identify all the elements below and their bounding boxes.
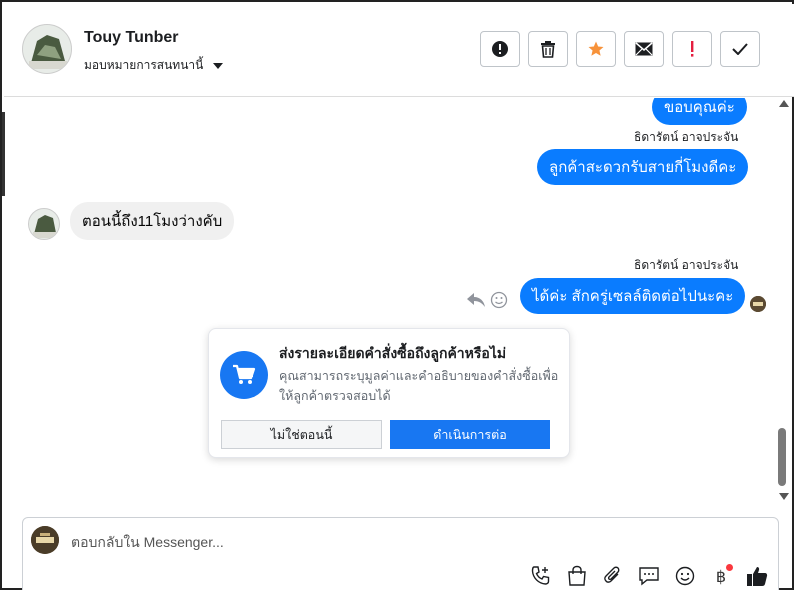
- caret-down-icon: [213, 62, 224, 69]
- message-text: ได้ค่ะ สักครู่เซลล์ติดต่อไปนะคะ: [532, 288, 734, 305]
- contact-avatar-small: [28, 208, 60, 240]
- star-icon: [588, 41, 604, 56]
- composer-toolbar: ฿: [529, 564, 769, 588]
- contact-avatar[interactable]: [22, 24, 72, 74]
- phone-add-icon[interactable]: [529, 564, 553, 588]
- star-button[interactable]: [576, 31, 616, 67]
- reply-composer: ฿: [22, 517, 779, 590]
- message-bubble-outgoing[interactable]: ได้ค่ะ สักครู่เซลล์ติดต่อไปนะคะ: [520, 278, 746, 314]
- mark-unread-button[interactable]: [624, 31, 664, 67]
- emoji-icon[interactable]: [673, 564, 697, 588]
- saved-reply-icon[interactable]: [637, 564, 661, 588]
- continue-button[interactable]: ดำเนินการต่อ: [390, 420, 550, 449]
- sender-name: ธิดารัตน์ อาจประจัน: [634, 130, 739, 144]
- seen-avatar: [750, 296, 766, 312]
- react-emoji-icon[interactable]: [490, 291, 508, 309]
- like-icon[interactable]: [745, 564, 769, 588]
- message-bubble-outgoing[interactable]: ขอบคุณค่ะ: [652, 98, 747, 125]
- prompt-description: คุณสามารถระบุมูลค่าและคำอธิบายของคำสั่งซ…: [279, 369, 559, 403]
- message-text: ตอนนี้ถึง11โมงว่างคับ: [82, 213, 223, 230]
- shopping-bag-icon[interactable]: [565, 564, 589, 588]
- message-text: ขอบคุณค่ะ: [664, 99, 735, 116]
- baht-payment-icon[interactable]: ฿: [709, 564, 733, 588]
- scroll-thumb[interactable]: [778, 428, 786, 486]
- conversation-actions: [480, 31, 760, 67]
- baht-symbol: ฿: [715, 566, 727, 586]
- reply-input[interactable]: [71, 530, 671, 554]
- notification-dot: [726, 564, 733, 571]
- order-details-prompt: ส่งรายละเอียดคำสั่งซื้อถึงลูกค้าหรือไม่ …: [208, 328, 570, 458]
- prompt-title: ส่งรายละเอียดคำสั่งซื้อถึงลูกค้าหรือไม่: [279, 345, 507, 361]
- scroll-down-arrow-icon[interactable]: [779, 493, 789, 500]
- follow-up-button[interactable]: [672, 31, 712, 67]
- sender-name: ธิดารัตน์ อาจประจัน: [634, 258, 739, 272]
- mark-spam-button[interactable]: [480, 31, 520, 67]
- messenger-inbox-window: Touy Tunber มอบหมายการสนทนานี้ ขอบคุณค่ะ…: [0, 0, 794, 590]
- shopping-cart-icon: [220, 351, 268, 399]
- check-icon: [732, 43, 748, 55]
- message-text: ลูกค้าสะดวกรับสายกี่โมงดีคะ: [549, 159, 737, 176]
- message-thread[interactable]: ขอบคุณค่ะ ธิดารัตน์ อาจประจัน ลูกค้าสะดว…: [4, 98, 776, 508]
- thread-scrollbar[interactable]: [777, 98, 791, 506]
- scroll-up-arrow-icon[interactable]: [779, 100, 789, 107]
- alert-circle-icon: [492, 41, 508, 57]
- delete-button[interactable]: [528, 31, 568, 67]
- page-avatar: [31, 526, 59, 554]
- not-now-button[interactable]: ไม่ใช่ตอนนี้: [221, 420, 382, 449]
- done-button[interactable]: [720, 31, 760, 67]
- message-bubble-incoming[interactable]: ตอนนี้ถึง11โมงว่างคับ: [70, 202, 235, 240]
- trash-icon: [541, 41, 555, 58]
- assign-conversation-dropdown[interactable]: มอบหมายการสนทนานี้: [84, 56, 224, 75]
- conversation-header: Touy Tunber มอบหมายการสนทนานี้: [4, 4, 794, 97]
- envelope-icon: [635, 42, 653, 56]
- contact-name[interactable]: Touy Tunber: [84, 29, 179, 47]
- paperclip-icon[interactable]: [601, 564, 625, 588]
- message-bubble-outgoing[interactable]: ลูกค้าสะดวกรับสายกี่โมงดีคะ: [537, 149, 749, 185]
- reply-icon[interactable]: [466, 291, 486, 309]
- exclamation-icon: [691, 41, 694, 57]
- assign-label: มอบหมายการสนทนานี้: [84, 58, 204, 72]
